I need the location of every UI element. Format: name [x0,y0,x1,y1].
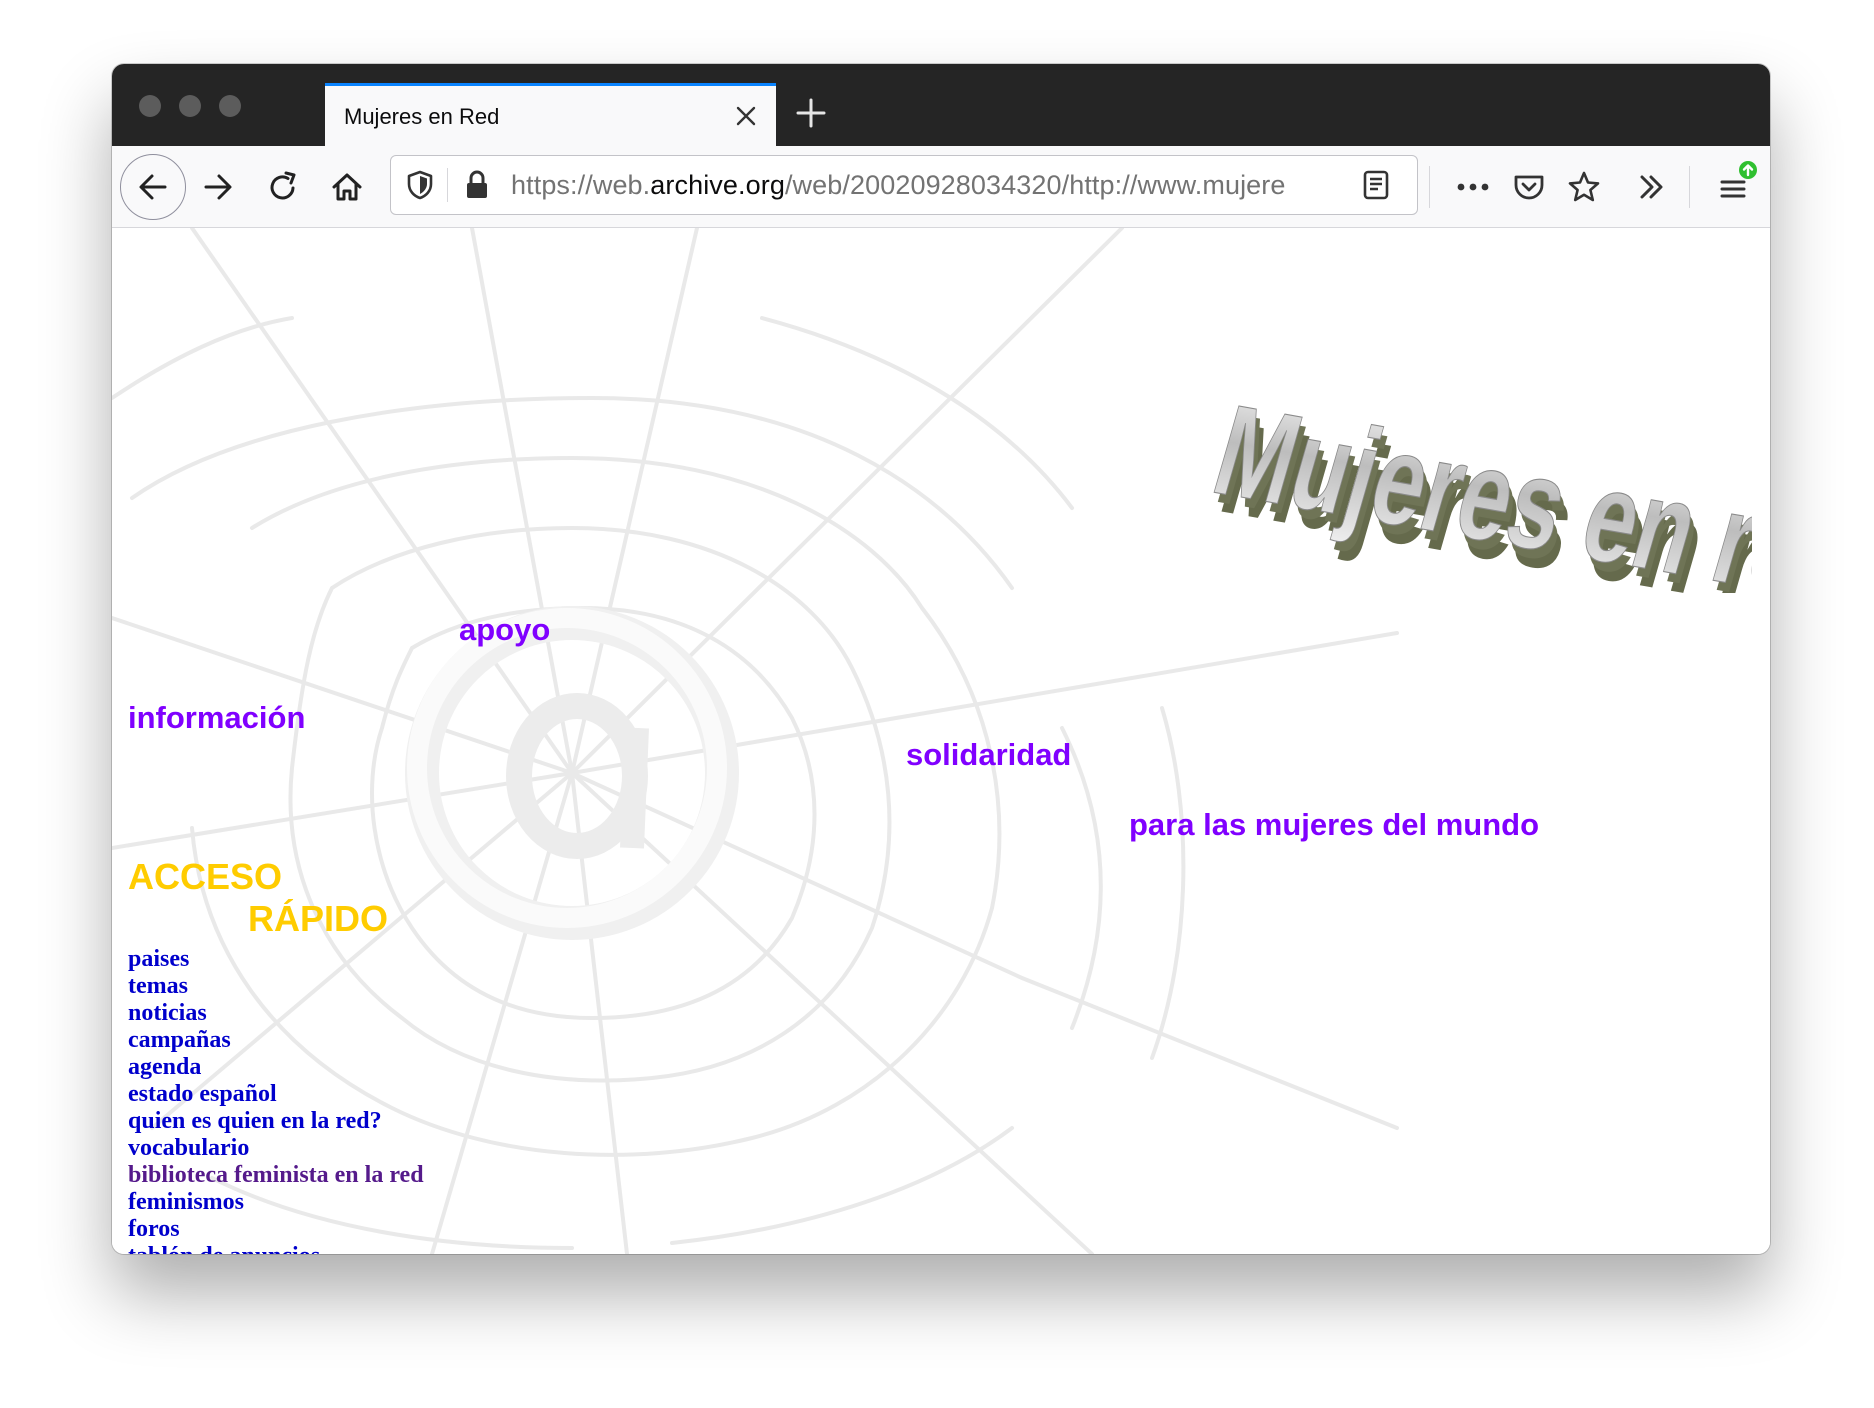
link-vocabulario[interactable]: vocabulario [128,1135,249,1161]
hamburger-menu-icon [1720,161,1757,198]
home-button[interactable] [326,166,368,208]
link-noticias[interactable]: noticias [128,1000,207,1026]
chevron-double-right-icon [1640,175,1663,199]
rapido-heading: RÁPIDO [248,898,389,939]
back-button[interactable] [120,154,186,220]
list-item: campañas [128,1027,424,1054]
app-menu-button[interactable] [1712,158,1762,208]
link-biblioteca-feminista[interactable]: biblioteca feminista en la red [128,1162,424,1188]
new-tab-icon[interactable] [794,96,828,130]
maximize-window-button[interactable] [219,95,241,117]
link-feminismos[interactable]: feminismos [128,1189,244,1215]
more-dots-icon [1457,183,1489,191]
back-arrow-icon [139,174,167,200]
list-item: foros [128,1216,424,1243]
close-window-button[interactable] [139,95,161,117]
page-content: Mujeres en red Mujeres en red Mujeres en… [112,228,1770,1254]
pocket-icon [1514,175,1544,200]
link-temas[interactable]: temas [128,973,188,999]
link-quien-es-quien[interactable]: quien es quien en la red? [128,1108,382,1134]
close-icon[interactable] [734,104,758,128]
link-agenda[interactable]: agenda [128,1054,201,1080]
list-item: vocabulario [128,1135,424,1162]
tab-active[interactable]: Mujeres en Red [325,83,776,146]
reload-button[interactable] [262,166,304,208]
list-item: noticias [128,1000,424,1027]
bookmark-star-button[interactable] [1563,166,1605,208]
svg-text:Mujeres en red: Mujeres en red [1200,378,1752,593]
home-icon [332,173,362,201]
list-item: estado español [128,1081,424,1108]
list-item: feminismos [128,1189,424,1216]
acceso-heading: ACCESO [128,856,283,897]
forward-arrow-icon [204,174,232,200]
list-item: paises [128,946,424,973]
minimize-window-button[interactable] [179,95,201,117]
link-solidaridad[interactable]: solidaridad [906,737,1071,773]
tab-title: Mujeres en Red [344,104,500,129]
page-actions-button[interactable] [1452,166,1494,208]
link-apoyo[interactable]: apoyo [459,612,550,648]
link-tablon-de-anuncios[interactable]: tablón de anuncios [128,1243,320,1254]
link-paises[interactable]: paises [128,946,189,972]
reader-view-icon[interactable] [1361,169,1391,201]
list-item: agenda [128,1054,424,1081]
link-informacion[interactable]: información [128,700,305,736]
link-estado-espanol[interactable]: estado español [128,1081,277,1107]
list-item: temas [128,973,424,1000]
url-text[interactable]: https://web.archive.org/web/200209280343… [511,170,1351,202]
shield-icon[interactable] [405,169,435,201]
link-campanas[interactable]: campañas [128,1027,231,1053]
reload-icon [270,171,296,200]
browser-window: Mujeres en Red https://web.archive.org/w… [112,64,1770,1254]
navigation-toolbar: https://web.archive.org/web/200209280343… [112,146,1770,228]
mujeres-en-red-logo: Mujeres en red Mujeres en red Mujeres en… [1200,377,1752,593]
list-item: quien es quien en la red? [128,1108,424,1135]
quick-access-list: paises temas noticias campañas agenda es… [128,946,424,1254]
list-item: biblioteca feminista en la red [128,1162,424,1189]
link-para-las-mujeres-del-mundo[interactable]: para las mujeres del mundo [1129,807,1539,843]
forward-button[interactable] [197,166,239,208]
lock-icon[interactable] [463,169,491,201]
star-icon [1568,171,1600,202]
tab-bar: Mujeres en Red [112,64,1770,146]
overflow-menu-button[interactable] [1630,166,1672,208]
link-foros[interactable]: foros [128,1216,180,1242]
url-bar[interactable]: https://web.archive.org/web/200209280343… [390,155,1418,215]
list-item: tablón de anuncios [128,1243,424,1254]
pocket-button[interactable] [1508,166,1550,208]
